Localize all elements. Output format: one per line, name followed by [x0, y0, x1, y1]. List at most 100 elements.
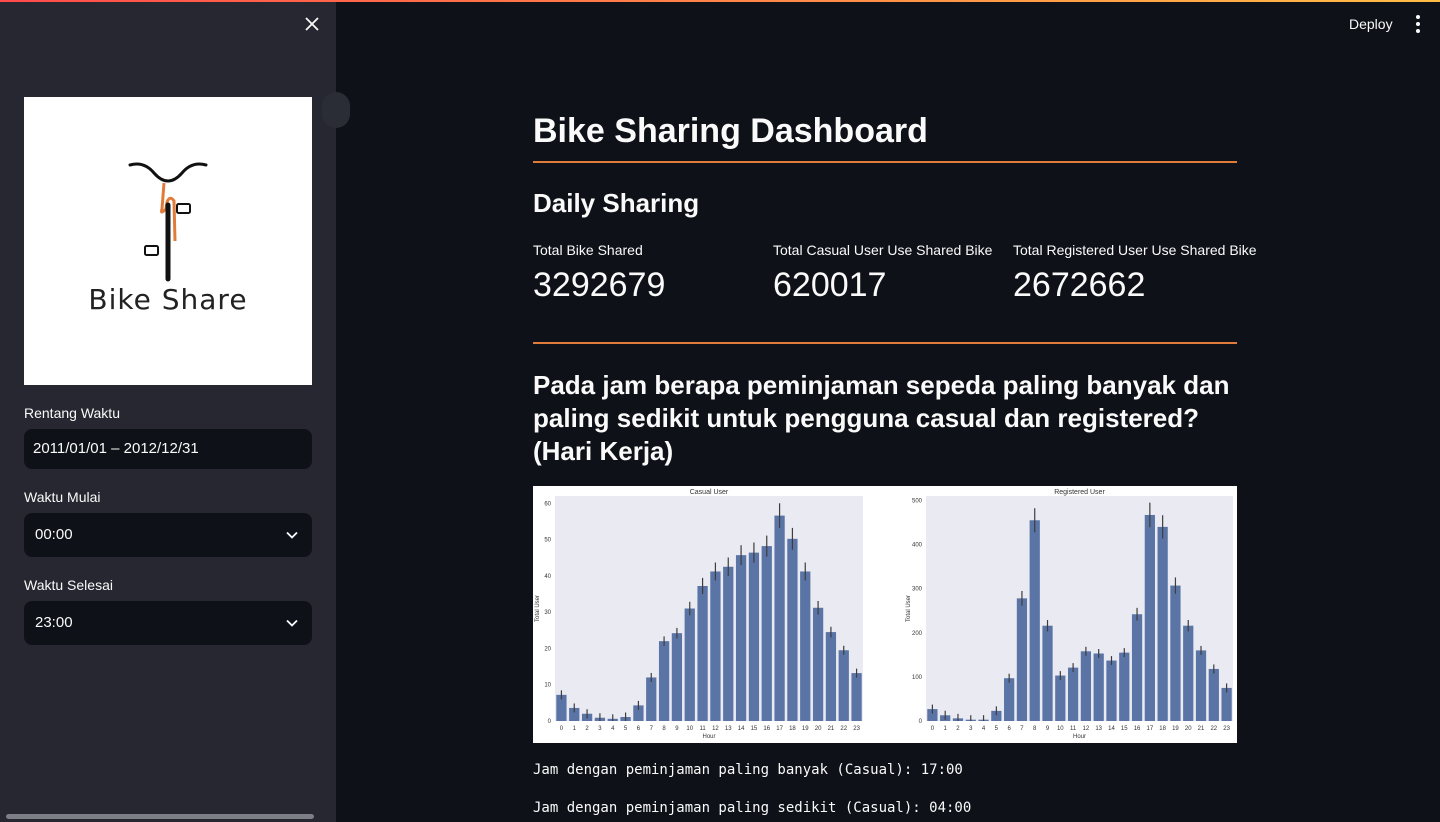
bar [825, 632, 837, 721]
x-tick-label: 6 [1007, 726, 1011, 732]
x-tick-label: 11 [1070, 726, 1077, 732]
x-tick-label: 8 [1033, 726, 1037, 732]
chart-title: Casual User [690, 489, 729, 496]
metric-value: 2672662 [1013, 266, 1146, 304]
x-tick-label: 12 [1083, 726, 1090, 732]
x-tick-label: 18 [789, 726, 796, 732]
bar [1119, 652, 1130, 721]
x-tick-label: 0 [560, 726, 564, 732]
y-tick-label: 40 [544, 574, 551, 580]
start-time-value: 00:00 [35, 526, 73, 543]
end-time-label: Waktu Selesai [24, 577, 113, 593]
y-tick-label: 0 [919, 719, 923, 725]
x-tick-label: 13 [1095, 726, 1102, 732]
bar [735, 555, 747, 721]
x-tick-label: 10 [686, 726, 693, 732]
title-divider [533, 161, 1237, 163]
x-tick-label: 15 [1121, 726, 1128, 732]
start-time-label: Waktu Mulai [24, 489, 101, 505]
bar [1004, 678, 1015, 721]
x-tick-label: 17 [1147, 726, 1154, 732]
x-tick-label: 18 [1159, 726, 1166, 732]
x-tick-label: 9 [1046, 726, 1050, 732]
x-tick-label: 14 [1108, 726, 1115, 732]
bar [1055, 675, 1066, 721]
x-tick-label: 16 [1134, 726, 1141, 732]
metric-label: Total Registered User Use Shared Bike [1013, 242, 1257, 258]
metric-total-bike: Total Bike Shared 3292679 [533, 242, 773, 305]
start-time-select[interactable]: 00:00 [24, 513, 312, 557]
bar [658, 641, 670, 721]
x-tick-label: 2 [956, 726, 960, 732]
bar [1131, 614, 1143, 721]
y-tick-label: 10 [544, 683, 551, 689]
x-tick-label: 3 [598, 726, 602, 732]
metric-registered-users: Total Registered User Use Shared Bike 26… [1013, 242, 1257, 305]
sidebar-collapse-handle[interactable] [322, 92, 350, 128]
daily-sharing-heading: Daily Sharing [533, 188, 700, 218]
kebab-menu-icon[interactable] [1408, 12, 1428, 36]
x-tick-label: 14 [738, 726, 745, 732]
bar [697, 586, 708, 721]
bar [787, 538, 798, 721]
x-axis-label: Hour [1073, 734, 1086, 740]
bike-share-logo: Bike Share [24, 97, 312, 385]
y-axis-label: Total User [906, 595, 912, 622]
bar [684, 608, 695, 721]
x-tick-label: 13 [725, 726, 732, 732]
y-tick-label: 200 [912, 631, 923, 637]
x-tick-label: 10 [1057, 726, 1064, 732]
y-tick-label: 400 [912, 543, 923, 549]
x-tick-label: 9 [675, 726, 679, 732]
logo-text: Bike Share [88, 283, 248, 316]
metrics-divider [533, 342, 1237, 344]
bar [761, 546, 772, 721]
x-tick-label: 3 [969, 726, 973, 732]
y-axis-label: Total User [535, 595, 541, 622]
x-tick-label: 22 [1210, 726, 1217, 732]
chart-title: Registered User [1054, 489, 1105, 496]
bar [748, 552, 760, 721]
end-time-value: 23:00 [35, 614, 73, 631]
bar-charts: Casual User01020304050600 1 2 3 4 5 6 7 8 9 10 11 12… [535, 489, 1233, 740]
bar [1157, 526, 1168, 721]
x-tick-label: 23 [1223, 726, 1230, 732]
close-sidebar-button[interactable] [300, 12, 324, 36]
x-tick-label: 4 [611, 726, 615, 732]
bar [774, 515, 785, 721]
least-casual-hour-text: Jam dengan peminjaman paling sedikit (Ca… [533, 800, 972, 816]
bar [1221, 687, 1232, 721]
bar [800, 571, 811, 721]
x-tick-label: 22 [840, 726, 847, 732]
chevron-down-icon [286, 531, 298, 539]
bar [1067, 667, 1079, 721]
x-tick-label: 5 [624, 726, 628, 732]
metric-label: Total Casual User Use Shared Bike [773, 242, 993, 258]
x-tick-label: 4 [982, 726, 986, 732]
sidebar-scrollbar[interactable] [6, 814, 314, 819]
x-tick-label: 21 [1198, 726, 1205, 732]
date-range-input[interactable]: 2011/01/01 – 2012/12/31 [24, 429, 312, 469]
y-tick-label: 20 [544, 646, 551, 652]
bar [1208, 668, 1219, 721]
x-tick-label: 16 [763, 726, 770, 732]
deploy-button[interactable]: Deploy [1340, 12, 1402, 36]
x-tick-label: 19 [1172, 726, 1179, 732]
x-tick-label: 1 [573, 726, 577, 732]
end-time-select[interactable]: 23:00 [24, 601, 312, 645]
bar [851, 673, 862, 721]
metric-value: 620017 [773, 266, 887, 304]
hourly-users-chart: Casual User 0 10 20 30 40 50 60 0 1 2 3 4 5 6 7 8 9 10 11 12… [533, 486, 1237, 743]
bar [1106, 660, 1117, 721]
most-casual-hour-text: Jam dengan peminjaman paling banyak (Cas… [533, 762, 963, 778]
bar [812, 607, 824, 721]
bar [1093, 653, 1104, 721]
y-tick-label: 300 [912, 587, 923, 593]
y-tick-label: 500 [912, 498, 923, 504]
top-decoration-bar [0, 0, 1440, 2]
bar [1183, 625, 1194, 721]
question-heading: Pada jam berapa peminjaman sepeda paling… [533, 370, 1230, 466]
bar [710, 571, 721, 721]
y-tick-label: 50 [544, 538, 551, 544]
bar [1029, 520, 1040, 721]
